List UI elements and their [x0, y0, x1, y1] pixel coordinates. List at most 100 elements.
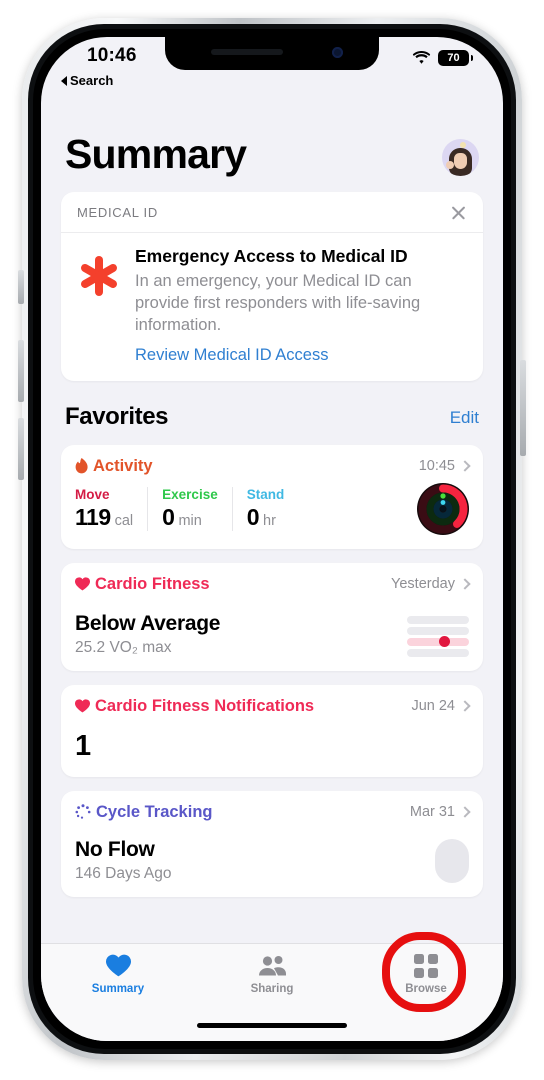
activity-metric-exercise: Exercise 0 min — [162, 486, 233, 531]
activity-card-title-group: Activity — [75, 457, 153, 476]
cardio-fitness-value: Below Average — [75, 611, 221, 635]
medical-id-card-body: Emergency Access to Medical ID In an eme… — [61, 233, 483, 381]
medical-id-description: In an emergency, your Medical ID can pro… — [135, 271, 421, 334]
avatar[interactable] — [442, 139, 479, 176]
cardio-fitness-meta: Yesterday — [391, 576, 471, 593]
cardio-notifications-card-header: Cardio Fitness Notifications Jun 24 — [75, 697, 471, 716]
cardio-notifications-meta: Jun 24 — [411, 698, 471, 715]
cycle-tracking-meta: Mar 31 — [410, 804, 471, 820]
tab-sharing[interactable]: Sharing — [195, 952, 349, 995]
activity-metric-move: Move 119 cal — [75, 486, 149, 531]
review-medical-id-access-link[interactable]: Review Medical ID Access — [135, 346, 328, 365]
cardio-fitness-card-body: Below Average 25.2 VO₂ max — [75, 612, 469, 657]
move-label: Move — [75, 486, 110, 502]
avatar-hand — [446, 161, 454, 169]
chevron-right-icon[interactable] — [459, 460, 471, 472]
close-icon[interactable] — [450, 204, 467, 221]
stand-unit: hr — [263, 512, 276, 529]
tab-sharing-label: Sharing — [250, 983, 294, 995]
tab-browse-label: Browse — [405, 983, 447, 995]
stand-value: 0 — [246, 503, 260, 530]
medical-asterisk-icon — [77, 246, 121, 365]
cardio-fitness-timestamp: Yesterday — [391, 576, 455, 593]
chevron-right-icon[interactable] — [459, 578, 471, 590]
page-title: Summary — [65, 131, 247, 177]
activity-card[interactable]: Activity 10:45 Move 119 cal Exercise 0 m… — [61, 444, 483, 549]
cycle-blob-icon — [435, 838, 469, 883]
tab-summary-label: Summary — [91, 983, 145, 995]
move-value: 119 — [75, 503, 111, 530]
wifi-icon — [412, 51, 431, 64]
earpiece-speaker — [211, 49, 283, 55]
cycle-tracking-title-group: Cycle Tracking — [75, 803, 212, 822]
stand-label: Stand — [246, 486, 285, 502]
people-icon — [258, 952, 287, 979]
back-chevron-icon — [61, 75, 67, 86]
status-clock: 10:46 — [87, 45, 137, 66]
back-label: Search — [70, 73, 114, 88]
activity-card-title: Activity — [93, 456, 153, 475]
heart-icon — [105, 952, 131, 979]
exercise-value: 0 — [162, 503, 175, 530]
activity-rings-icon — [417, 482, 469, 535]
summary-scroll-view[interactable]: Summary MEDICAL ID Emergency Access to M… — [41, 95, 503, 943]
cycle-tracking-subvalue: 146 Days Ago — [75, 864, 172, 882]
volume-down-button[interactable] — [18, 418, 24, 480]
notch — [165, 37, 379, 70]
home-indicator[interactable] — [197, 1023, 347, 1028]
heart-icon — [75, 699, 90, 713]
activity-timestamp: 10:45 — [418, 458, 455, 475]
front-camera-icon — [332, 47, 343, 58]
cycle-tracking-card-header: Cycle Tracking Mar 31 — [75, 803, 471, 822]
scroll-fade — [41, 921, 503, 943]
tab-browse[interactable]: Browse — [349, 952, 503, 995]
cardio-level-bar — [407, 626, 469, 635]
exercise-label: Exercise — [162, 486, 218, 502]
status-indicators: 70 — [412, 50, 473, 66]
screenshot-root: 10:46 70 Search Summary MEDICAL ID Emerg… — [0, 0, 544, 1080]
chevron-right-icon[interactable] — [459, 700, 471, 712]
cardio-fitness-subvalue: 25.2 VO₂ max — [75, 638, 172, 656]
tab-summary[interactable]: Summary — [41, 952, 195, 995]
tab-bar: Summary Sharing Browse — [41, 943, 503, 1041]
cardio-fitness-title-group: Cardio Fitness — [75, 575, 210, 594]
cardio-level-bar-current — [407, 635, 469, 647]
phone-screen: 10:46 70 Search Summary MEDICAL ID Emerg… — [41, 37, 503, 1041]
cardio-fitness-card-header: Cardio Fitness Yesterday — [75, 575, 471, 594]
chevron-right-icon[interactable] — [459, 806, 471, 818]
activity-card-meta: 10:45 — [418, 458, 471, 475]
activity-card-header: Activity 10:45 — [75, 457, 471, 476]
medical-id-title: Emergency Access to Medical ID — [135, 246, 408, 266]
page-header: Summary — [61, 95, 483, 178]
activity-card-body: Move 119 cal Exercise 0 min Stand 0 hr — [75, 482, 469, 535]
exercise-unit: min — [178, 512, 202, 529]
cardio-notifications-title-group: Cardio Fitness Notifications — [75, 697, 314, 716]
cardio-level-bar — [407, 648, 469, 657]
cardio-notifications-value: 1 — [75, 729, 91, 762]
power-button[interactable] — [520, 360, 526, 456]
volume-up-button[interactable] — [18, 340, 24, 402]
cycle-tracking-title: Cycle Tracking — [96, 802, 213, 821]
activity-metric-stand: Stand 0 hr — [247, 487, 299, 531]
grid-icon — [414, 952, 438, 979]
move-unit: cal — [114, 512, 134, 529]
cardio-fitness-card[interactable]: Cardio Fitness Yesterday Below Average 2… — [61, 562, 483, 671]
cardio-notifications-timestamp: Jun 24 — [411, 698, 455, 715]
battery-icon: 70 — [438, 50, 473, 66]
cycle-dots-icon — [75, 804, 91, 819]
edit-favorites-button[interactable]: Edit — [450, 408, 479, 431]
cycle-tracking-card[interactable]: Cycle Tracking Mar 31 No Flow 146 Days A… — [61, 790, 483, 897]
cardio-notifications-title: Cardio Fitness Notifications — [95, 696, 315, 715]
cardio-fitness-notifications-card[interactable]: Cardio Fitness Notifications Jun 24 1 — [61, 684, 483, 777]
favorites-header: Favorites Edit — [61, 381, 483, 431]
avatar-face — [454, 153, 467, 169]
cycle-tracking-value: No Flow — [75, 837, 155, 861]
cardio-fitness-title: Cardio Fitness — [95, 574, 210, 593]
medical-id-section-label: MEDICAL ID — [77, 205, 158, 220]
mute-switch[interactable] — [18, 270, 24, 304]
back-to-search-button[interactable]: Search — [61, 73, 113, 88]
cardio-level-bars-icon — [407, 615, 469, 657]
medical-id-card[interactable]: MEDICAL ID Emergency Access to Medical I… — [61, 192, 483, 381]
cardio-level-bar — [407, 615, 469, 624]
flame-icon — [75, 458, 88, 474]
